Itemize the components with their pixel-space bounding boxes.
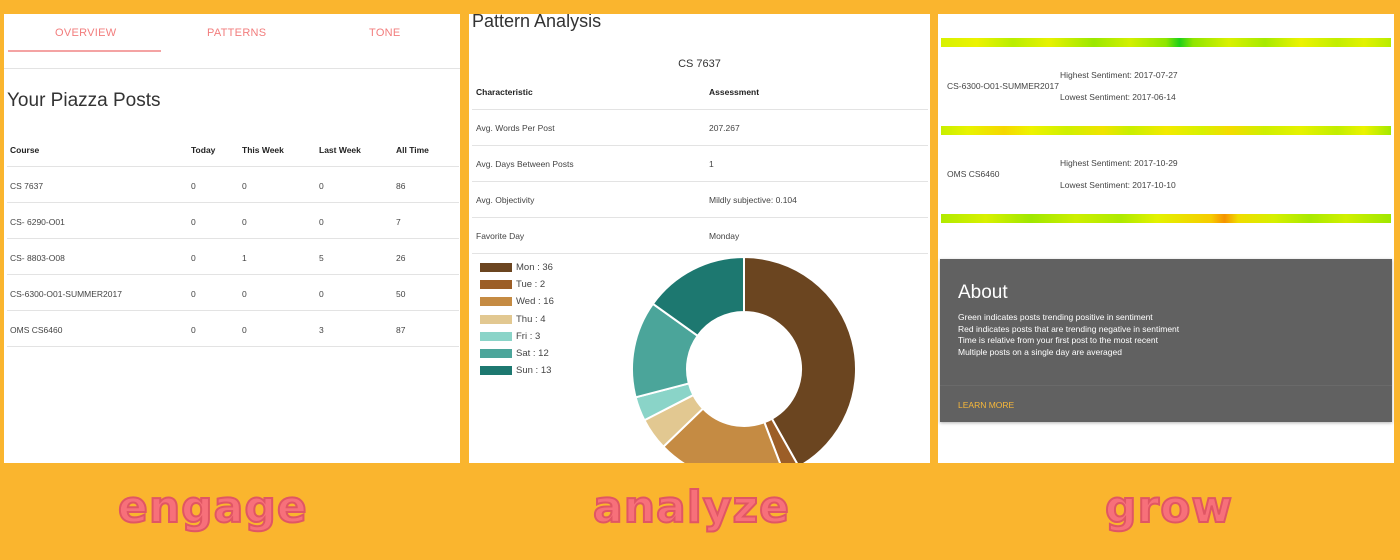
tab-tone[interactable]: TONE <box>369 27 401 39</box>
cell-today: 0 <box>191 289 196 299</box>
cell-all-time: 7 <box>396 217 401 227</box>
sentiment-bar <box>941 126 1391 135</box>
sentiment-course: OMS CS6460 <box>947 169 1000 179</box>
cell-last-week: 5 <box>319 253 324 263</box>
cell-last-week: 3 <box>319 325 324 335</box>
col-course: Course <box>10 145 40 155</box>
cell-all-time: 86 <box>396 181 406 191</box>
col-today: Today <box>191 145 216 155</box>
table-header: Course Today This Week Last Week All Tim… <box>7 131 459 167</box>
cell-all-time: 87 <box>396 325 406 335</box>
engage-word: engage <box>117 481 308 534</box>
about-title: About <box>958 282 1008 303</box>
posts-title: Your Piazza Posts <box>7 90 161 111</box>
tab-patterns[interactable]: PATTERNS <box>207 27 266 39</box>
tab-bar: OVERVIEW PATTERNS TONE <box>4 14 460 69</box>
overview-panel: OVERVIEW PATTERNS TONE Your Piazza Posts… <box>4 14 460 463</box>
grow-word: grow <box>1104 481 1234 534</box>
cell-today: 0 <box>191 325 196 335</box>
col-this-week: This Week <box>242 145 284 155</box>
about-line: Time is relative from your first post to… <box>958 335 1158 345</box>
about-card: About Green indicates posts trending pos… <box>940 259 1392 422</box>
pattern-panel: Pattern Analysis CS 7637 Characteristic … <box>469 14 930 463</box>
about-divider <box>940 385 1392 386</box>
analyze-word: analyze <box>592 481 790 534</box>
table-row: CS- 6290-O01 0 0 0 7 <box>7 203 459 239</box>
highest-sentiment: Highest Sentiment: 2017-10-29 <box>1060 158 1178 168</box>
day-donut-chart <box>631 255 857 463</box>
sentiment-bar <box>941 214 1391 223</box>
cell-this-week: 0 <box>242 217 247 227</box>
lowest-sentiment: Lowest Sentiment: 2017-06-14 <box>1060 92 1176 102</box>
cell-this-week: 0 <box>242 289 247 299</box>
about-text: Green indicates posts trending positive … <box>958 312 1179 358</box>
cell-course: CS- 6290-O01 <box>10 217 65 227</box>
about-line: Green indicates posts trending positive … <box>958 312 1153 322</box>
highest-sentiment: Highest Sentiment: 2017-07-27 <box>1060 70 1178 80</box>
table-row: CS-6300-O01-SUMMER2017 0 0 0 50 <box>7 275 459 311</box>
about-line: Red indicates posts that are trending ne… <box>958 323 1180 334</box>
cell-course: CS- 8803-O08 <box>10 253 65 263</box>
cell-course: OMS CS6460 <box>10 325 63 335</box>
cell-today: 0 <box>191 217 196 227</box>
cell-course: CS 7637 <box>10 181 44 191</box>
cell-course: CS-6300-O01-SUMMER2017 <box>10 289 122 299</box>
cell-last-week: 0 <box>319 217 324 227</box>
sentiment-bar <box>941 38 1391 47</box>
tab-overview[interactable]: OVERVIEW <box>55 27 117 39</box>
col-last-week: Last Week <box>319 145 361 155</box>
lowest-sentiment: Lowest Sentiment: 2017-10-10 <box>1060 180 1176 190</box>
table-row: OMS CS6460 0 0 3 87 <box>7 311 459 347</box>
cell-this-week: 0 <box>242 325 247 335</box>
cell-last-week: 0 <box>319 289 324 299</box>
cell-today: 0 <box>191 181 196 191</box>
cell-today: 0 <box>191 253 196 263</box>
table-row: CS 7637 0 0 0 86 <box>7 167 459 203</box>
cell-last-week: 0 <box>319 181 324 191</box>
cell-all-time: 50 <box>396 289 406 299</box>
col-all-time: All Time <box>396 145 429 155</box>
about-line: Multiple posts on a single day are avera… <box>958 346 1122 357</box>
active-tab-indicator <box>8 50 161 52</box>
tone-panel: CS-6300-O01-SUMMER2017 Highest Sentiment… <box>938 14 1394 463</box>
cell-this-week: 1 <box>242 253 247 263</box>
cell-all-time: 26 <box>396 253 406 263</box>
table-row: CS- 8803-O08 0 1 5 26 <box>7 239 459 275</box>
learn-more-link[interactable]: LEARN MORE <box>958 400 1014 410</box>
cell-this-week: 0 <box>242 181 247 191</box>
sentiment-course: CS-6300-O01-SUMMER2017 <box>947 81 1059 91</box>
